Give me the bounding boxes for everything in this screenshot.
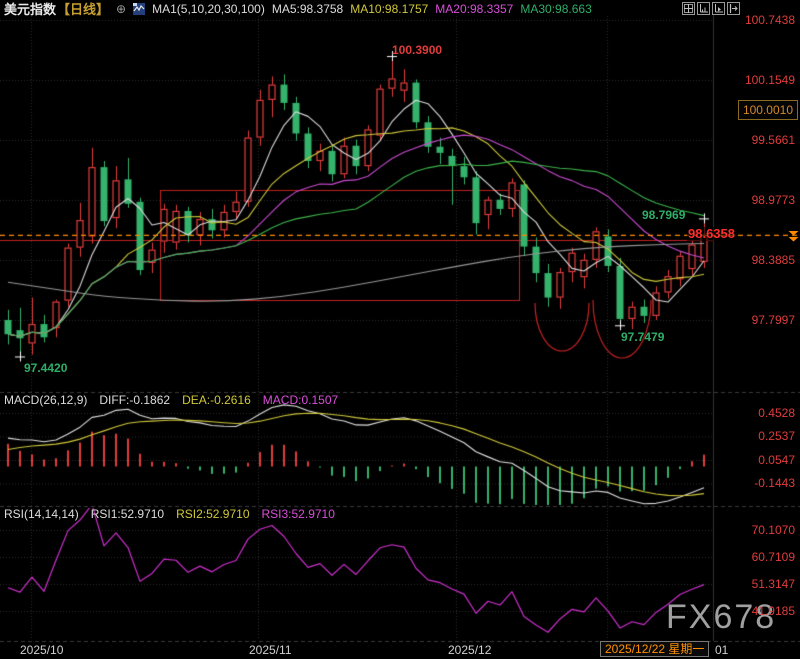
rsi-axis-label: 51.3147: [751, 577, 795, 591]
macd-dea-label: DEA:-0.2616: [182, 393, 251, 407]
tile-windows-icon[interactable]: [682, 2, 695, 15]
ma-settings-label: MA1(5,10,20,30,100): [152, 1, 265, 16]
x-axis-label: 2025/11: [249, 643, 292, 657]
price-axis-label: 97.7997: [751, 313, 795, 327]
x-axis-label: 2025/12: [448, 643, 492, 657]
chart-app: 美元指数 【日线】 ⊕ MA1(5,10,20,30,100) MA5:98.3…: [0, 0, 800, 659]
rsi-title-row: RSI(14,14,14) RSI1:52.9710 RSI2:52.9710 …: [4, 507, 335, 521]
x-axis-suffix-label: 01: [715, 643, 729, 657]
swing-high-annotation: 98.7969: [642, 208, 686, 222]
macd-bar-label: MACD:0.1507: [262, 393, 339, 407]
rsi-settings-label: RSI(14,14,14): [4, 507, 79, 521]
ma30-value-label: MA30:98.663: [520, 1, 592, 16]
ma5-value-label: MA5:98.3758: [271, 1, 344, 16]
chart-canvas[interactable]: [0, 0, 800, 659]
macd-settings-label: MACD(26,12,9): [4, 393, 88, 407]
period-selector[interactable]: 【日线】: [57, 0, 109, 18]
ma10-value-label: MA10:98.1757: [350, 1, 429, 16]
prev-close-price-box: 100.0010: [737, 100, 798, 120]
mini-chart-icon[interactable]: [133, 2, 146, 15]
exit-icon[interactable]: [727, 2, 740, 15]
macd-axis-label: 0.4528: [758, 406, 795, 420]
macd-axis-label: -0.1443: [754, 476, 795, 490]
macd-axis-label: 0.2537: [758, 429, 795, 443]
price-axis-label: 98.3885: [751, 253, 795, 267]
x-axis-label: 2025/10: [20, 643, 64, 657]
price-axis-label: 100.7438: [744, 13, 795, 27]
symbol-title: 美元指数: [4, 2, 57, 17]
last-price-label: 98.6358: [687, 226, 736, 241]
macd-axis-label: 0.0547: [758, 453, 795, 467]
chart-play-icon[interactable]: [712, 2, 725, 15]
rsi-axis-label: 60.7109: [751, 550, 795, 564]
rsi-axis-label: 70.1070: [751, 523, 795, 537]
axis-setup-icon[interactable]: [697, 2, 710, 15]
macd-diff-label: DIFF:-0.1862: [99, 393, 171, 407]
high-price-annotation: 100.3900: [392, 43, 443, 57]
header: 美元指数 【日线】 ⊕ MA1(5,10,20,30,100) MA5:98.3…: [4, 0, 592, 18]
selected-date-box: 2025/12/22 星期一: [600, 641, 710, 657]
rsi-axis-label: 41.9185: [751, 604, 795, 618]
macd-title-row: MACD(26,12,9) DIFF:-0.1862 DEA:-0.2616 M…: [4, 393, 338, 407]
price-axis-label: 98.9773: [751, 193, 795, 207]
price-axis-label: 99.5661: [751, 133, 795, 147]
second-low-annotation: 97.7479: [621, 330, 665, 344]
rsi2-value-label: RSI2:52.9710: [176, 507, 250, 521]
rsi1-value-label: RSI1:52.9710: [90, 507, 165, 521]
ma20-value-label: MA20:98.3357: [435, 1, 514, 16]
rsi3-value-label: RSI3:52.9710: [261, 507, 335, 521]
circle-plus-icon[interactable]: ⊕: [116, 2, 126, 16]
chart-toolbar: [682, 2, 740, 15]
price-marker-icon: [788, 230, 799, 243]
first-low-annotation: 97.4420: [24, 361, 68, 375]
price-axis-label: 100.1549: [744, 73, 795, 87]
